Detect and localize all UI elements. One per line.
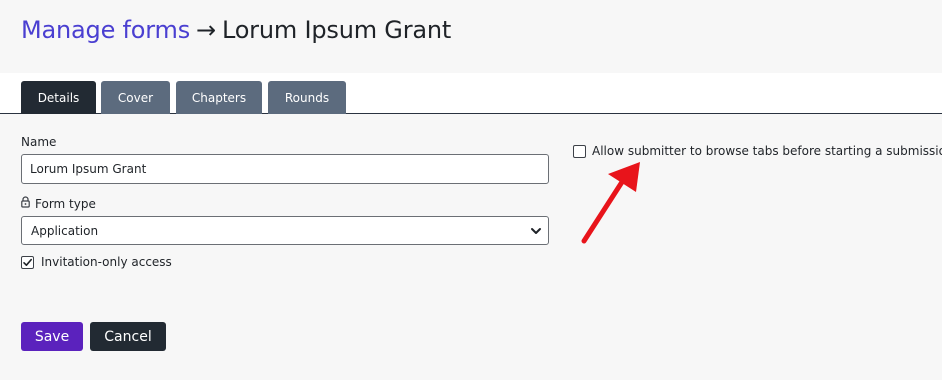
tab-cover[interactable]: Cover [101, 81, 170, 114]
invitation-only-label: Invitation-only access [41, 255, 172, 269]
form-type-label: Form type [35, 197, 96, 211]
name-field[interactable] [21, 154, 549, 184]
breadcrumb-current: Lorum Ipsum Grant [221, 16, 452, 44]
page-header: Manage forms → Lorum Ipsum Grant [0, 0, 942, 73]
tab-details[interactable]: Details [21, 81, 96, 114]
save-button[interactable]: Save [21, 322, 83, 351]
save-button-label: Save [34, 328, 70, 345]
tab-label: Rounds [284, 90, 330, 105]
name-label: Name [21, 135, 57, 149]
tab-rounds[interactable]: Rounds [268, 81, 346, 114]
annotation-arrow-icon [581, 162, 640, 244]
tab-chapters[interactable]: Chapters [176, 81, 262, 114]
chevron-down-icon [531, 228, 541, 234]
invitation-only-checkbox[interactable] [21, 256, 34, 269]
tab-label: Cover [117, 90, 154, 105]
lock-icon [21, 196, 30, 208]
tab-bar: Details Cover Chapters Rounds [0, 73, 942, 114]
form-type-selected-value: Application [31, 223, 99, 238]
cancel-button-label: Cancel [104, 328, 152, 345]
form-type-select[interactable]: Application [21, 216, 549, 245]
cancel-button[interactable]: Cancel [90, 322, 166, 351]
tab-label: Chapters [191, 90, 247, 105]
tab-label: Details [37, 90, 80, 105]
breadcrumb-manage-forms-link[interactable]: Manage forms [21, 16, 190, 44]
breadcrumb-separator: → [196, 16, 216, 44]
page-title: Manage forms → Lorum Ipsum Grant [21, 14, 451, 46]
checkmark-icon [23, 258, 32, 266]
